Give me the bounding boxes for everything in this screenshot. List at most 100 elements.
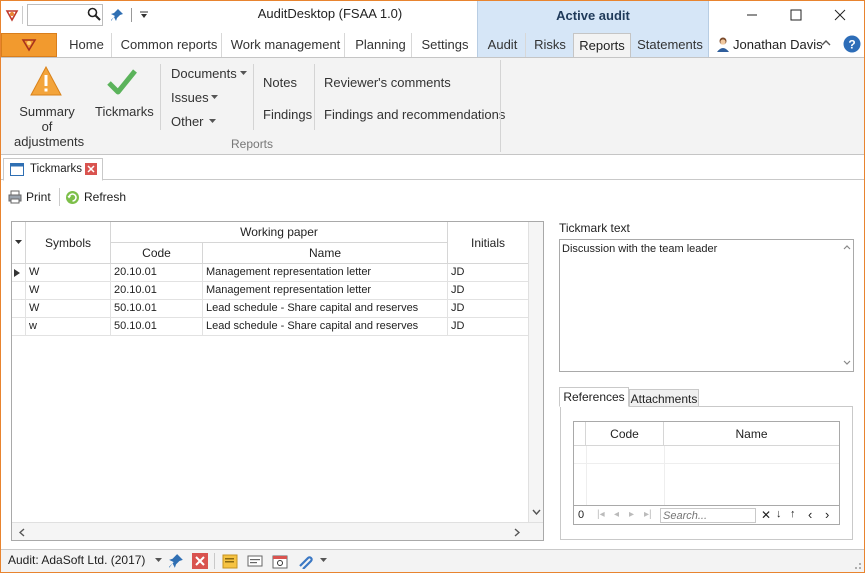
- cell-initials[interactable]: JD: [448, 264, 528, 282]
- pin-icon[interactable]: [168, 553, 184, 569]
- chevron-down-icon[interactable]: [155, 558, 162, 563]
- cell-name[interactable]: Lead schedule - Share capital and reserv…: [203, 300, 448, 318]
- documents-dropdown[interactable]: Documents: [171, 66, 251, 84]
- window-icon: [10, 163, 24, 176]
- tab-reports[interactable]: Reports: [573, 33, 631, 58]
- scroll-right-icon: [514, 528, 520, 537]
- chevron-left-icon[interactable]: ‹: [808, 507, 812, 522]
- cell-initials[interactable]: JD: [448, 300, 528, 318]
- ref-column-header-name[interactable]: Name: [664, 422, 839, 446]
- cell-name[interactable]: Lead schedule - Share capital and reserv…: [203, 318, 448, 336]
- column-header-initials[interactable]: Initials: [448, 222, 528, 264]
- cell-code[interactable]: 20.10.01: [111, 264, 203, 282]
- table-row[interactable]: W 50.10.01 Lead schedule - Share capital…: [12, 300, 528, 318]
- tab-planning[interactable]: Planning: [350, 33, 412, 57]
- last-record-icon[interactable]: ▸|: [644, 509, 652, 520]
- calendar-icon[interactable]: [272, 553, 288, 569]
- table-row[interactable]: W 20.10.01 Management representation let…: [12, 264, 528, 282]
- tickmark-text-field[interactable]: Discussion with the team leader: [559, 239, 854, 372]
- message-icon[interactable]: [247, 553, 263, 569]
- issues-dropdown[interactable]: Issues: [171, 90, 231, 108]
- table-row[interactable]: w 50.10.01 Lead schedule - Share capital…: [12, 318, 528, 336]
- audit-status[interactable]: Audit: AdaSoft Ltd. (2017): [8, 553, 145, 567]
- reference-search-input[interactable]: [660, 508, 756, 523]
- attachment-icon[interactable]: [297, 553, 313, 569]
- document-tab-label: Tickmarks: [30, 163, 82, 175]
- collapse-ribbon-icon[interactable]: [820, 37, 834, 51]
- findings-and-recommendations-button[interactable]: Findings and recommendations: [324, 107, 505, 122]
- scroll-left-icon: [19, 528, 25, 537]
- document-tab-tickmarks[interactable]: Tickmarks: [3, 158, 103, 181]
- cell-code[interactable]: 20.10.01: [111, 282, 203, 300]
- tab-attachments[interactable]: Attachments: [629, 389, 699, 407]
- close-window-button[interactable]: [818, 1, 862, 29]
- next-record-icon[interactable]: ▸: [629, 509, 634, 520]
- cell-name[interactable]: Management representation letter: [203, 282, 448, 300]
- record-count: 0: [578, 509, 585, 521]
- notes-button[interactable]: Notes: [263, 75, 297, 90]
- previous-record-icon[interactable]: ◂: [614, 509, 619, 520]
- chevron-down-icon: [15, 240, 22, 244]
- close-audit-icon[interactable]: [192, 553, 208, 569]
- pin-icon[interactable]: [108, 6, 126, 24]
- search-icon[interactable]: [86, 6, 102, 22]
- cell-code[interactable]: 50.10.01: [111, 300, 203, 318]
- column-header-code[interactable]: Code: [111, 243, 203, 264]
- tab-settings[interactable]: Settings: [417, 33, 473, 57]
- chevron-down-icon[interactable]: [320, 558, 327, 563]
- vertical-scrollbar[interactable]: [528, 222, 543, 522]
- findings-button[interactable]: Findings: [263, 107, 312, 122]
- tab-references[interactable]: References: [559, 387, 629, 407]
- move-up-icon[interactable]: ↑: [790, 508, 796, 520]
- ref-column-header-code[interactable]: Code: [586, 422, 664, 446]
- cell-code[interactable]: 50.10.01: [111, 318, 203, 336]
- tab-statements[interactable]: Statements: [634, 33, 706, 57]
- other-dropdown[interactable]: Other: [171, 114, 231, 132]
- document-tab-strip: [1, 157, 864, 180]
- print-button[interactable]: Print: [7, 188, 55, 206]
- first-record-icon[interactable]: |◂: [597, 509, 605, 520]
- chevron-down-icon: [240, 71, 247, 75]
- cell-symbol[interactable]: W: [26, 300, 111, 318]
- summary-of-adjustments-button[interactable]: Summary of adjustments: [14, 64, 84, 149]
- notes-icon[interactable]: [222, 553, 238, 569]
- minimize-button[interactable]: [730, 1, 774, 29]
- tab-work-management[interactable]: Work management: [227, 33, 345, 57]
- tickmarks-button[interactable]: Tickmarks: [92, 64, 154, 124]
- cell-symbol[interactable]: w: [26, 318, 111, 336]
- cell-symbol[interactable]: W: [26, 264, 111, 282]
- cell-initials[interactable]: JD: [448, 282, 528, 300]
- cell-symbol[interactable]: W: [26, 282, 111, 300]
- cell-initials[interactable]: JD: [448, 318, 528, 336]
- tickmarks-grid[interactable]: Symbols Working paper Code Name Initials…: [11, 221, 544, 541]
- textarea-scrollbar[interactable]: [841, 241, 853, 370]
- application-menu-button[interactable]: [1, 33, 57, 57]
- maximize-button[interactable]: [774, 1, 818, 29]
- clear-search-icon[interactable]: ✕: [761, 508, 771, 522]
- tab-common-reports[interactable]: Common reports: [117, 33, 222, 57]
- active-audit-context-header: Active audit: [477, 1, 709, 31]
- quick-access-dropdown-icon[interactable]: [137, 6, 151, 24]
- tab-home[interactable]: Home: [62, 33, 112, 57]
- column-header-name[interactable]: Name: [203, 243, 448, 264]
- column-header-symbols[interactable]: Symbols: [26, 222, 111, 264]
- tickmarks-label: Tickmarks: [95, 104, 154, 119]
- refresh-icon: [66, 191, 79, 204]
- tab-risks[interactable]: Risks: [530, 33, 570, 57]
- svg-text:?: ?: [848, 38, 855, 52]
- move-down-icon[interactable]: ↓: [776, 508, 782, 520]
- cell-name[interactable]: Management representation letter: [203, 264, 448, 282]
- reviewers-comments-button[interactable]: Reviewer's comments: [324, 75, 451, 90]
- tab-audit[interactable]: Audit: [480, 33, 526, 57]
- help-icon[interactable]: ?: [843, 35, 861, 53]
- table-row[interactable]: W 20.10.01 Management representation let…: [12, 282, 528, 300]
- chevron-right-icon[interactable]: ›: [825, 507, 829, 522]
- close-tab-icon: [85, 163, 97, 175]
- horizontal-scrollbar[interactable]: [12, 522, 543, 540]
- chevron-down-icon: [209, 119, 216, 123]
- column-header-working-paper[interactable]: Working paper: [111, 222, 448, 243]
- refresh-button[interactable]: Refresh: [64, 188, 126, 206]
- resize-grip-icon[interactable]: [850, 558, 862, 570]
- grid-column-chooser[interactable]: [12, 222, 26, 264]
- user-name[interactable]: Jonathan Davis: [733, 37, 823, 52]
